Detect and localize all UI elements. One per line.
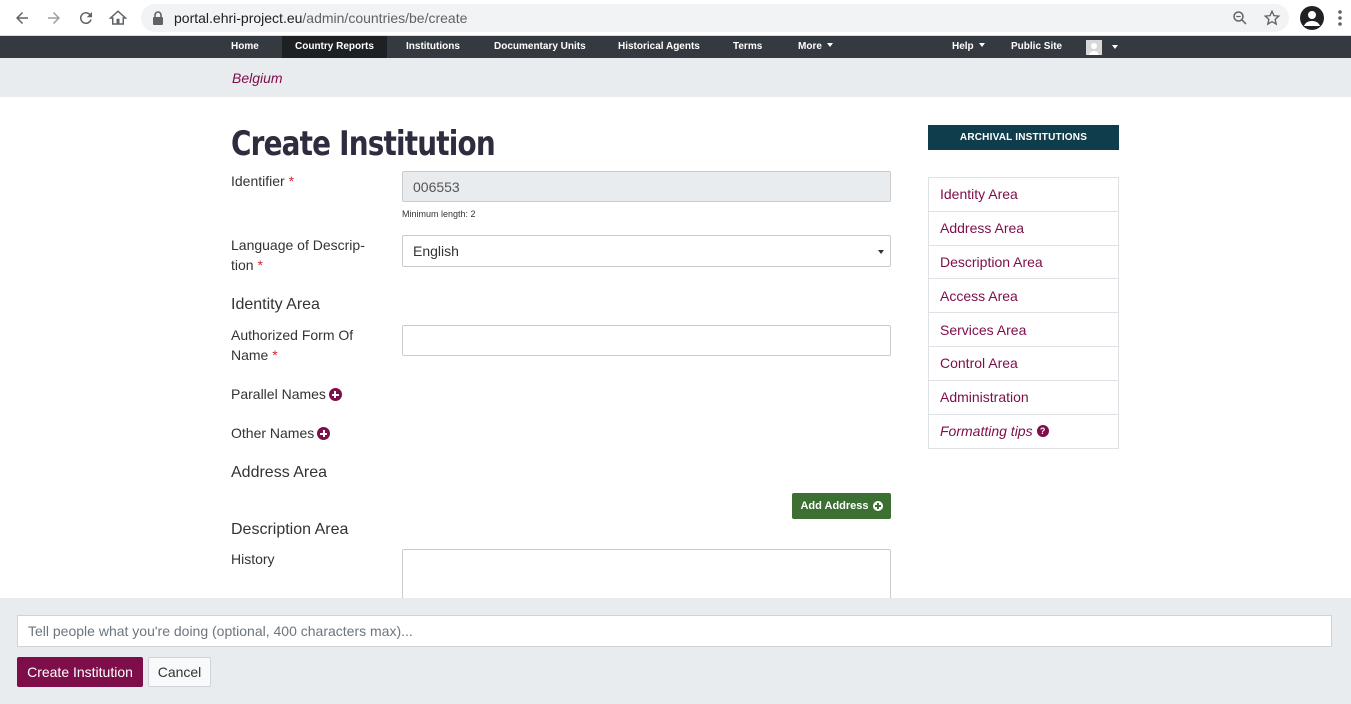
add-address-button[interactable]: Add Address <box>792 493 891 519</box>
description-area-heading: Description Area <box>231 521 349 538</box>
chevron-down-icon <box>878 250 884 254</box>
create-institution-button[interactable]: Create Institution <box>17 657 143 687</box>
nav-home[interactable]: Home <box>218 36 272 58</box>
nav-more[interactable]: More <box>785 36 846 58</box>
chevron-down-icon <box>978 43 985 48</box>
sidebar-item-identity-area[interactable]: Identity Area <box>929 178 1118 212</box>
reload-icon[interactable] <box>73 5 99 31</box>
profile-icon[interactable] <box>1300 6 1324 30</box>
lock-icon <box>153 11 163 25</box>
sidebar-heading: ARCHIVAL INSTITUTIONS <box>928 125 1119 150</box>
back-icon[interactable] <box>9 5 35 31</box>
sidebar-item-formatting-tips[interactable]: Formatting tips? <box>929 415 1118 449</box>
address-bar[interactable]: portal.ehri-project.eu/admin/countries/b… <box>141 4 1289 32</box>
identity-area-heading: Identity Area <box>231 296 320 313</box>
menu-kebab-icon[interactable] <box>1337 9 1343 27</box>
home-icon[interactable] <box>105 5 131 31</box>
sidebar-item-control-area[interactable]: Control Area <box>929 347 1118 381</box>
other-names-label: Other Names <box>231 423 331 443</box>
cancel-button[interactable]: Cancel <box>148 657 211 687</box>
sidebar-item-address-area[interactable]: Address Area <box>929 212 1118 246</box>
url-text: portal.ehri-project.eu/admin/countries/b… <box>174 10 468 26</box>
nav-historical-agents[interactable]: Historical Agents <box>605 36 713 58</box>
add-parallel-name-plus-icon[interactable] <box>328 388 342 401</box>
zoom-icon[interactable] <box>1231 9 1249 27</box>
nav-more-label: More <box>798 41 822 52</box>
breadcrumb-country[interactable]: Belgium <box>232 70 283 86</box>
user-menu-chevron-icon[interactable] <box>1112 45 1118 49</box>
submit-panel: Tell people what you're doing (optional,… <box>0 598 1351 704</box>
history-label: History <box>231 551 275 567</box>
nav-terms[interactable]: Terms <box>720 36 775 58</box>
identifier-help-text: Minimum length: 2 <box>402 209 476 219</box>
address-area-heading: Address Area <box>231 464 328 481</box>
chevron-down-icon <box>826 43 833 48</box>
star-icon[interactable] <box>1263 9 1281 27</box>
nav-public-site[interactable]: Public Site <box>998 36 1075 58</box>
browser-toolbar: portal.ehri-project.eu/admin/countries/b… <box>0 0 1351 36</box>
nav-help[interactable]: Help <box>939 36 998 58</box>
add-other-name-plus-icon[interactable] <box>317 427 331 440</box>
log-message-input[interactable]: Tell people what you're doing (optional,… <box>17 615 1332 647</box>
nav-institutions[interactable]: Institutions <box>393 36 473 58</box>
sidebar-item-description-area[interactable]: Description Area <box>929 246 1118 280</box>
page-title: Create Institution <box>231 124 496 164</box>
question-icon: ? <box>1036 425 1049 438</box>
formatting-tips-label: Formatting tips <box>940 423 1033 440</box>
language-select[interactable]: English <box>402 235 891 267</box>
forward-icon[interactable] <box>41 5 67 31</box>
sidebar-nav: Identity Area Address Area Description A… <box>928 177 1119 450</box>
nav-documentary-units[interactable]: Documentary Units <box>481 36 599 58</box>
authorized-name-label: Authorized Form Of Name * <box>231 327 354 363</box>
sidebar-item-administration[interactable]: Administration <box>929 381 1118 415</box>
user-avatar-icon[interactable] <box>1086 40 1102 55</box>
language-label: Language of Descrip-tion * <box>231 237 365 273</box>
identifier-field[interactable]: 006553 <box>402 171 891 202</box>
nav-country-reports[interactable]: Country Reports <box>282 36 387 58</box>
sidebar-item-services-area[interactable]: Services Area <box>929 313 1118 347</box>
authorized-name-input[interactable] <box>402 325 891 356</box>
sidebar-item-access-area[interactable]: Access Area <box>929 279 1118 314</box>
plus-icon <box>872 501 883 511</box>
identifier-label: Identifier * <box>231 173 295 189</box>
site-navbar: Home Country Reports Institutions Docume… <box>0 36 1351 58</box>
parallel-names-label: Parallel Names <box>231 384 342 404</box>
nav-help-label: Help <box>952 41 974 52</box>
breadcrumb: Belgium <box>0 58 1351 97</box>
